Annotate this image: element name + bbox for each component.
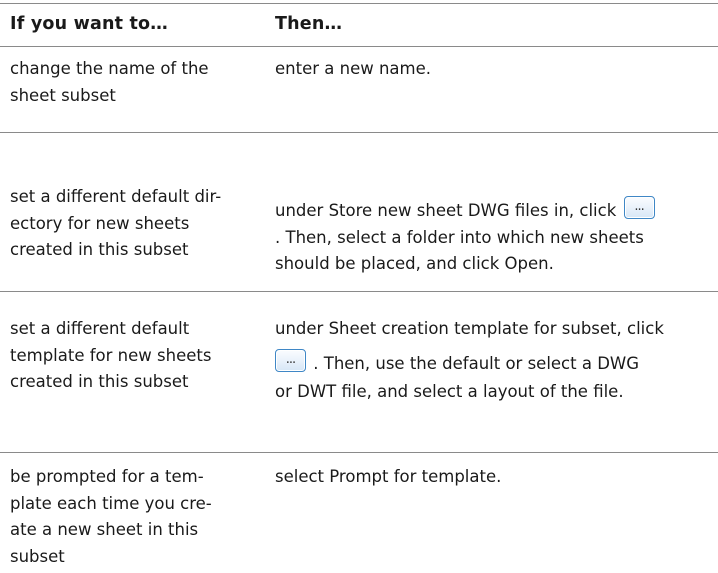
row-1-if-line-1: change the name of the	[10, 59, 209, 78]
ellipsis-icon: ...	[285, 351, 296, 367]
row-1-rule	[0, 132, 718, 133]
browse-folder-button[interactable]: ...	[623, 196, 655, 219]
row-2-then: under Store new sheet DWG files in, clic…	[275, 196, 715, 278]
row-3-if: set a different default template for new…	[10, 316, 252, 396]
row-2-if-line-3: created in this subset	[10, 240, 189, 259]
row-3-then-line-2: ... . Then, use the default or select a …	[275, 348, 715, 378]
row-3-then-text-2: . Then, use the default or select a DWG	[313, 353, 640, 373]
row-1-then-line-1: enter a new name.	[275, 59, 432, 78]
row-3-if-line-2: template for new sheets	[10, 345, 212, 365]
table-top-rule	[0, 3, 718, 4]
header-if-you-want-to: If you want to…	[10, 14, 168, 34]
row-2-if: set a different default dir- ectory for …	[10, 184, 252, 264]
row-4-then: select Prompt for template.	[275, 464, 715, 491]
row-3-rule	[0, 452, 718, 453]
row-3-if-line-1: set a different default	[10, 319, 190, 338]
row-4-if-line-2: plate each time you cre-	[10, 493, 212, 513]
row-2-if-line-1: set a different default dir-	[10, 187, 222, 206]
row-3-if-line-3: created in this subset	[10, 372, 189, 391]
header-then: Then…	[275, 14, 343, 34]
row-3-then-line-1: under Sheet creation template for subset…	[275, 319, 664, 338]
row-4-if-line-4: subset	[10, 546, 65, 566]
row-2-rule	[0, 291, 718, 292]
row-1-then: enter a new name.	[275, 56, 715, 83]
row-2-then-line-2: . Then, select a folder into which new s…	[275, 227, 644, 247]
row-1-if: change the name of the sheet subset	[10, 56, 252, 109]
row-2-then-line-1: under Store new sheet DWG files in, clic…	[275, 196, 715, 225]
row-3-then: under Sheet creation template for subset…	[275, 316, 715, 406]
header-rule	[0, 46, 718, 47]
row-4-if-line-1: be prompted for a tem-	[10, 467, 204, 486]
row-3-then-line-3: or DWT file, and select a layout of the …	[275, 382, 624, 401]
browse-template-button[interactable]: ...	[275, 348, 306, 372]
row-4-if: be prompted for a tem- plate each time y…	[10, 464, 252, 570]
row-2-then-text-1: under Store new sheet DWG files in, clic…	[275, 201, 617, 220]
row-1-if-line-2: sheet subset	[10, 85, 116, 105]
row-4-then-line-1: select Prompt for template.	[275, 467, 502, 486]
row-2-then-line-3: should be placed, and click Open.	[275, 254, 554, 273]
row-4-if-line-3: ate a new sheet in this	[10, 520, 199, 539]
row-2-if-line-2: ectory for new sheets	[10, 213, 190, 233]
ellipsis-icon: ...	[634, 199, 644, 214]
